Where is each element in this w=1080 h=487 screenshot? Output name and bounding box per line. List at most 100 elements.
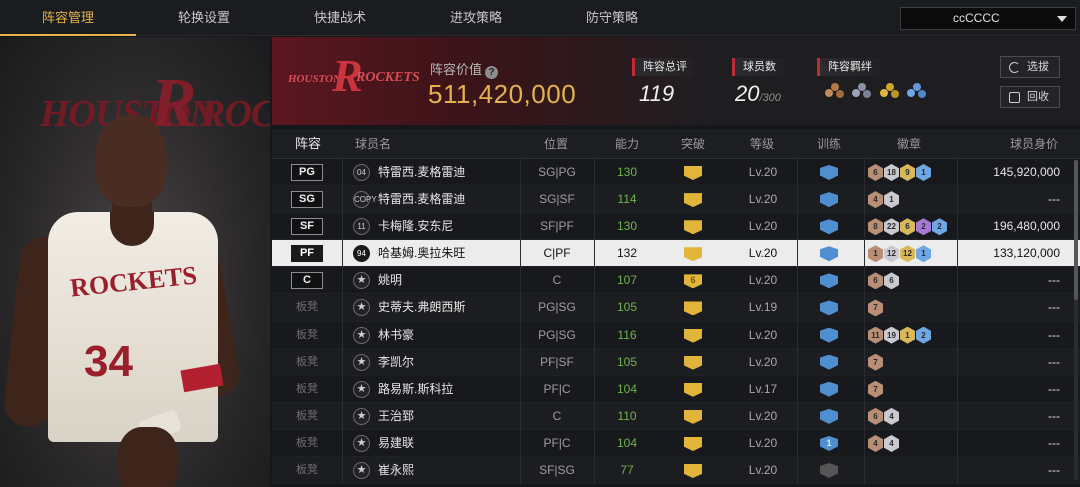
player-name[interactable]: 卡梅隆.安东尼 — [378, 213, 453, 240]
player-name[interactable]: 李凯尔 — [378, 349, 414, 376]
training-icon[interactable] — [820, 219, 838, 235]
badge-list[interactable]: 66 — [868, 272, 900, 290]
breakthrough-crown-icon[interactable]: 6 — [684, 274, 702, 289]
player-position: C — [552, 408, 562, 423]
column-divider — [342, 213, 343, 241]
recycle-button[interactable]: 回收 — [1000, 86, 1060, 108]
breakthrough-crown-icon[interactable] — [684, 355, 702, 370]
chemistry-group-icon[interactable] — [852, 83, 872, 103]
breakthrough-crown-icon[interactable] — [684, 301, 702, 316]
column-divider — [957, 213, 958, 241]
col-training[interactable]: 训练 — [817, 129, 841, 159]
column-divider — [957, 159, 958, 186]
training-icon[interactable] — [820, 381, 838, 397]
badge-list[interactable]: 44 — [868, 434, 900, 452]
player-name[interactable]: 崔永熙 — [378, 457, 414, 484]
training-icon[interactable] — [820, 165, 838, 180]
breakthrough-crown-icon[interactable] — [684, 193, 702, 208]
badge-hex-icon: 7 — [868, 380, 883, 398]
tab-quick-tactics[interactable]: 快捷战术 — [272, 0, 408, 36]
table-row[interactable]: C ★ 姚明 C 107 6 Lv.20 6 6 --- — [272, 267, 1080, 295]
column-divider — [594, 267, 595, 295]
player-level: Lv.20 — [748, 354, 778, 369]
breakthrough-crown-icon[interactable] — [684, 436, 702, 451]
badge-list[interactable]: 1 12 12 1 — [868, 245, 932, 263]
badge-list[interactable]: 7 — [868, 380, 884, 398]
scrollbar-thumb[interactable] — [1074, 160, 1078, 300]
player-level: Lv.20 — [748, 273, 778, 288]
tab-rotation[interactable]: 轮换设置 — [136, 0, 272, 36]
player-name[interactable]: 易建联 — [378, 430, 414, 457]
training-icon[interactable] — [820, 192, 838, 208]
col-rating[interactable]: 能力 — [615, 129, 639, 159]
chemistry-group-icon[interactable] — [907, 83, 927, 103]
col-value[interactable]: 球员身价 — [1010, 129, 1058, 159]
col-level[interactable]: 等级 — [750, 129, 774, 159]
table-row[interactable]: SF 11 卡梅隆.安东尼 SF|PF 130 Lv.20 8 22 6 2 2 196,480,00… — [272, 213, 1080, 241]
breakthrough-crown-icon[interactable] — [684, 166, 702, 180]
breakthrough-crown-icon[interactable] — [684, 247, 702, 262]
lineup-position-badge[interactable]: PF — [291, 245, 323, 263]
lineup-position-badge[interactable]: SF — [291, 218, 323, 236]
player-name[interactable]: 史蒂夫.弗朗西斯 — [378, 294, 465, 321]
training-icon[interactable]: 1 — [820, 435, 838, 451]
scrollbar[interactable] — [1074, 160, 1078, 480]
badge-list[interactable]: 6 18 9 1 — [868, 164, 932, 181]
team-dropdown[interactable]: ccCCCC — [900, 7, 1076, 30]
breakthrough-crown-icon[interactable] — [684, 409, 702, 424]
player-name[interactable]: 姚明 — [378, 267, 402, 294]
player-name[interactable]: 王治郅 — [378, 403, 414, 430]
breakthrough-crown-icon[interactable] — [684, 328, 702, 343]
scout-button[interactable]: 选拔 — [1000, 56, 1060, 78]
featured-player-image: HOUSTON R ROCK ROCKETS 34 — [0, 37, 270, 487]
badge-list[interactable]: 64 — [868, 407, 900, 425]
player-name[interactable]: 哈基姆.奥拉朱旺 — [378, 240, 465, 267]
table-row[interactable]: SG COPY 特雷西.麦格雷迪 SG|SF 114 Lv.20 4 1 --- — [272, 186, 1080, 214]
table-row[interactable]: 板凳 ★ 林书豪 PG|SG 116 Lv.20 11 19 1 2 --- — [272, 321, 1080, 349]
bench-label: 板凳 — [296, 328, 318, 341]
lineup-position-badge[interactable]: PG — [291, 164, 323, 181]
table-row[interactable]: 板凳 ★ 路易斯.斯科拉 PF|C 104 Lv.17 7 --- — [272, 375, 1080, 403]
table-row[interactable]: 板凳 ★ 王治郅 C 110 Lv.20 6 4 --- — [272, 402, 1080, 430]
table-row[interactable]: 板凳 ★ 崔永熙 SF|SG 77 Lv.20 --- — [272, 457, 1080, 485]
training-icon[interactable] — [820, 300, 838, 316]
breakthrough-crown-icon[interactable] — [684, 220, 702, 235]
chemistry-group-icon[interactable] — [825, 83, 845, 103]
tab-offense[interactable]: 进攻策略 — [408, 0, 544, 36]
breakthrough-crown-icon[interactable] — [684, 382, 702, 397]
chemistry-group-icon[interactable] — [879, 83, 900, 103]
table-row[interactable]: 板凳 ★ 史蒂夫.弗朗西斯 PG|SG 105 Lv.19 7 --- — [272, 294, 1080, 322]
table-row[interactable]: PF 94 哈基姆.奥拉朱旺 C|PF 132 Lv.20 1 12 12 1 133,120,00… — [272, 240, 1080, 268]
col-lineup[interactable]: 阵容 — [295, 129, 321, 159]
badge-list[interactable]: 8 22 6 2 2 — [868, 218, 948, 236]
badge-list[interactable]: 41 — [868, 191, 900, 209]
training-icon[interactable] — [820, 327, 838, 343]
col-breakthrough[interactable]: 突破 — [681, 129, 705, 159]
col-name[interactable]: 球员名 — [355, 129, 391, 159]
player-name[interactable]: 特雷西.麦格雷迪 — [378, 159, 465, 186]
player-name[interactable]: 特雷西.麦格雷迪 — [378, 186, 465, 213]
badge-hex-icon: 1 — [916, 164, 931, 181]
breakthrough-crown-icon[interactable] — [684, 464, 702, 479]
badge-list[interactable]: 7 — [868, 353, 884, 371]
help-icon[interactable]: ? — [485, 66, 499, 79]
table-row[interactable]: 板凳 ★ 易建联 PF|C 104 Lv.20 1 4 4 --- — [272, 429, 1080, 458]
col-position[interactable]: 位置 — [544, 129, 568, 159]
tab-defense[interactable]: 防守策略 — [544, 0, 680, 36]
table-row[interactable]: 板凳 ★ 李凯尔 PF|SF 105 Lv.20 7 --- — [272, 348, 1080, 376]
col-badges[interactable]: 徽章 — [897, 129, 921, 159]
training-icon[interactable] — [820, 273, 838, 289]
badge-hex-icon: 19 — [884, 326, 899, 344]
badge-list[interactable]: 7 — [868, 299, 884, 317]
training-icon[interactable] — [820, 408, 838, 424]
training-icon[interactable] — [820, 354, 838, 370]
badge-list[interactable]: 11 19 1 2 — [868, 326, 932, 344]
training-icon[interactable] — [820, 246, 838, 262]
table-row[interactable]: PG 04 特雷西.麦格雷迪 SG|PG 130 Lv.20 6 18 9 1 145,920,00… — [272, 159, 1080, 187]
lineup-position-badge[interactable]: C — [291, 272, 323, 290]
player-name[interactable]: 路易斯.斯科拉 — [378, 376, 453, 403]
lineup-position-badge[interactable]: SG — [291, 191, 323, 209]
player-name[interactable]: 林书豪 — [378, 322, 414, 349]
tab-lineup[interactable]: 阵容管理 — [0, 0, 136, 36]
training-icon[interactable] — [820, 463, 838, 479]
